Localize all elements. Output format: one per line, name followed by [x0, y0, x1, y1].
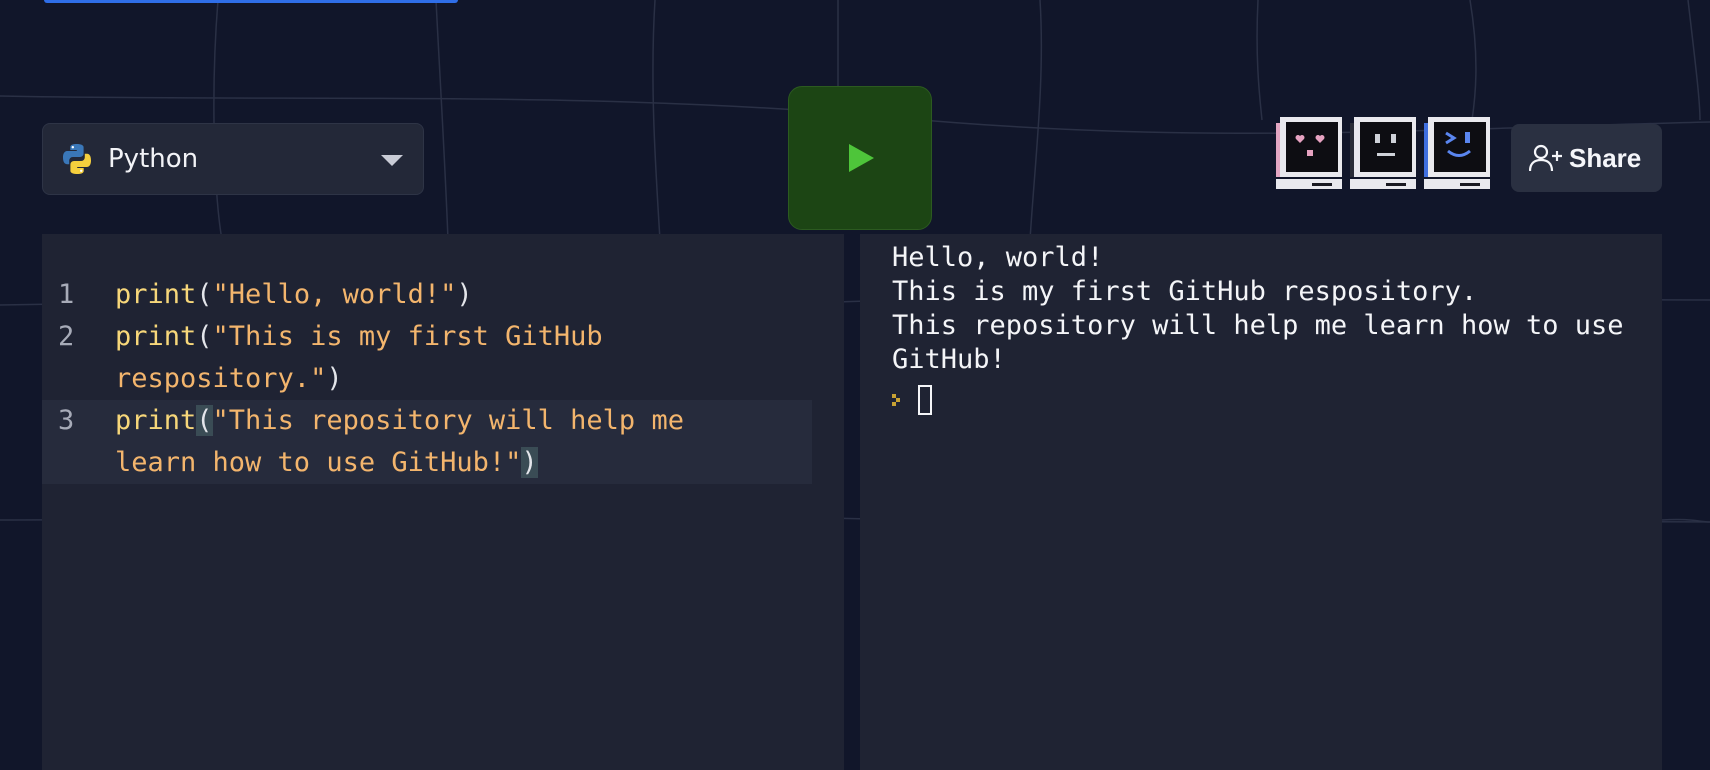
share-button[interactable]: Share: [1511, 124, 1662, 192]
output-line: This repository will help me learn how t…: [892, 310, 1624, 341]
text-cursor: [918, 385, 932, 415]
code-line-2[interactable]: 2 print("This is my first GitHub resposi…: [42, 316, 812, 400]
code-text-wrapped: respository."): [115, 363, 343, 394]
output-line: Hello, world!: [892, 242, 1104, 273]
console-output[interactable]: Hello, world! This is my first GitHub re…: [860, 234, 1662, 770]
output-line: This is my first GitHub respository.: [892, 276, 1478, 307]
code-editor[interactable]: 1 print("Hello, world!") 2 print("This i…: [42, 234, 844, 770]
code-line-1[interactable]: 1 print("Hello, world!"): [42, 274, 812, 316]
code-text-wrapped: learn how to use GitHub!"): [115, 447, 538, 478]
code-text: print("Hello, world!"): [115, 279, 473, 310]
output-line: GitHub!: [892, 344, 1006, 375]
avatar-wink-face[interactable]: [1424, 117, 1492, 191]
run-button[interactable]: [788, 86, 932, 230]
wink-face-computer-icon: [1424, 117, 1490, 189]
line-number: 3: [58, 405, 75, 436]
avatar-heart-eyes[interactable]: [1276, 117, 1344, 191]
chevron-down-icon: [381, 155, 403, 166]
code-text: print("This is my first GitHub: [115, 321, 603, 352]
heart-eyes-computer-icon: [1276, 117, 1342, 189]
language-selector[interactable]: Python: [42, 123, 424, 195]
prompt-row[interactable]: [892, 380, 932, 420]
python-logo-icon: [63, 144, 91, 174]
play-icon: [849, 144, 874, 172]
code-text: print("This repository will help me: [115, 405, 684, 436]
add-person-icon: [1529, 144, 1562, 172]
line-number: 2: [58, 321, 75, 352]
avatar-neutral-face[interactable]: [1350, 117, 1418, 191]
line-number: 1: [58, 279, 75, 310]
collaborator-avatars: [1276, 117, 1492, 193]
top-accent-bar: [44, 0, 458, 3]
bracket-match-open: (: [196, 405, 213, 436]
neutral-face-computer-icon: [1350, 117, 1416, 189]
prompt-caret-icon: [892, 394, 900, 406]
bracket-match-close: ): [521, 447, 538, 478]
language-label: Python: [108, 144, 199, 174]
share-label: Share: [1569, 142, 1642, 173]
code-line-3-active[interactable]: 3 print("This repository will help me le…: [42, 400, 812, 484]
